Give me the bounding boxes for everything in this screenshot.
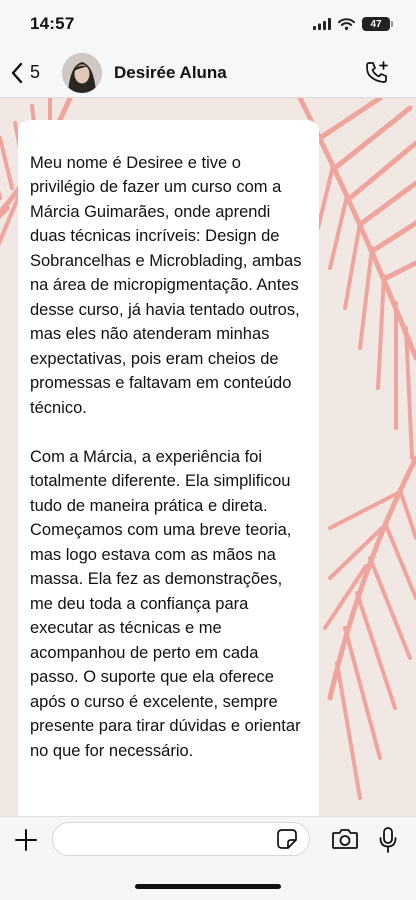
avatar-image [62, 52, 103, 93]
message-input[interactable] [52, 822, 310, 856]
sticker-button[interactable] [276, 828, 298, 855]
signal-icon [313, 18, 331, 30]
call-button[interactable] [364, 60, 390, 91]
chevron-left-icon [11, 62, 23, 83]
chat-area[interactable]: Meu nome é Desiree e tive o privilégio d… [0, 98, 416, 816]
camera-button[interactable] [331, 827, 359, 856]
battery-level: 47 [370, 18, 382, 30]
composer-bar [0, 816, 416, 900]
wifi-icon [338, 18, 355, 30]
chat-header: 5 Desirée Aluna [0, 48, 416, 98]
message-bubble[interactable]: Meu nome é Desiree e tive o privilégio d… [18, 120, 319, 816]
back-button[interactable]: 5 [10, 62, 40, 84]
message-text: Meu nome é Desiree e tive o privilégio d… [30, 153, 302, 760]
microphone-icon [379, 827, 397, 853]
attach-button[interactable] [13, 827, 39, 858]
status-bar: 14:57 47 [0, 0, 416, 48]
status-time: 14:57 [30, 14, 75, 33]
plus-icon [15, 829, 37, 851]
sticker-icon [277, 829, 297, 849]
unread-count: 5 [30, 62, 41, 82]
phone-plus-icon [366, 61, 388, 83]
microphone-button[interactable] [378, 826, 398, 859]
camera-icon [332, 829, 358, 849]
home-indicator[interactable] [135, 884, 281, 889]
contact-name[interactable]: Desirée Aluna [114, 63, 227, 83]
avatar[interactable] [62, 52, 103, 93]
status-icons: 47 [313, 17, 393, 31]
battery-indicator: 47 [362, 17, 393, 31]
